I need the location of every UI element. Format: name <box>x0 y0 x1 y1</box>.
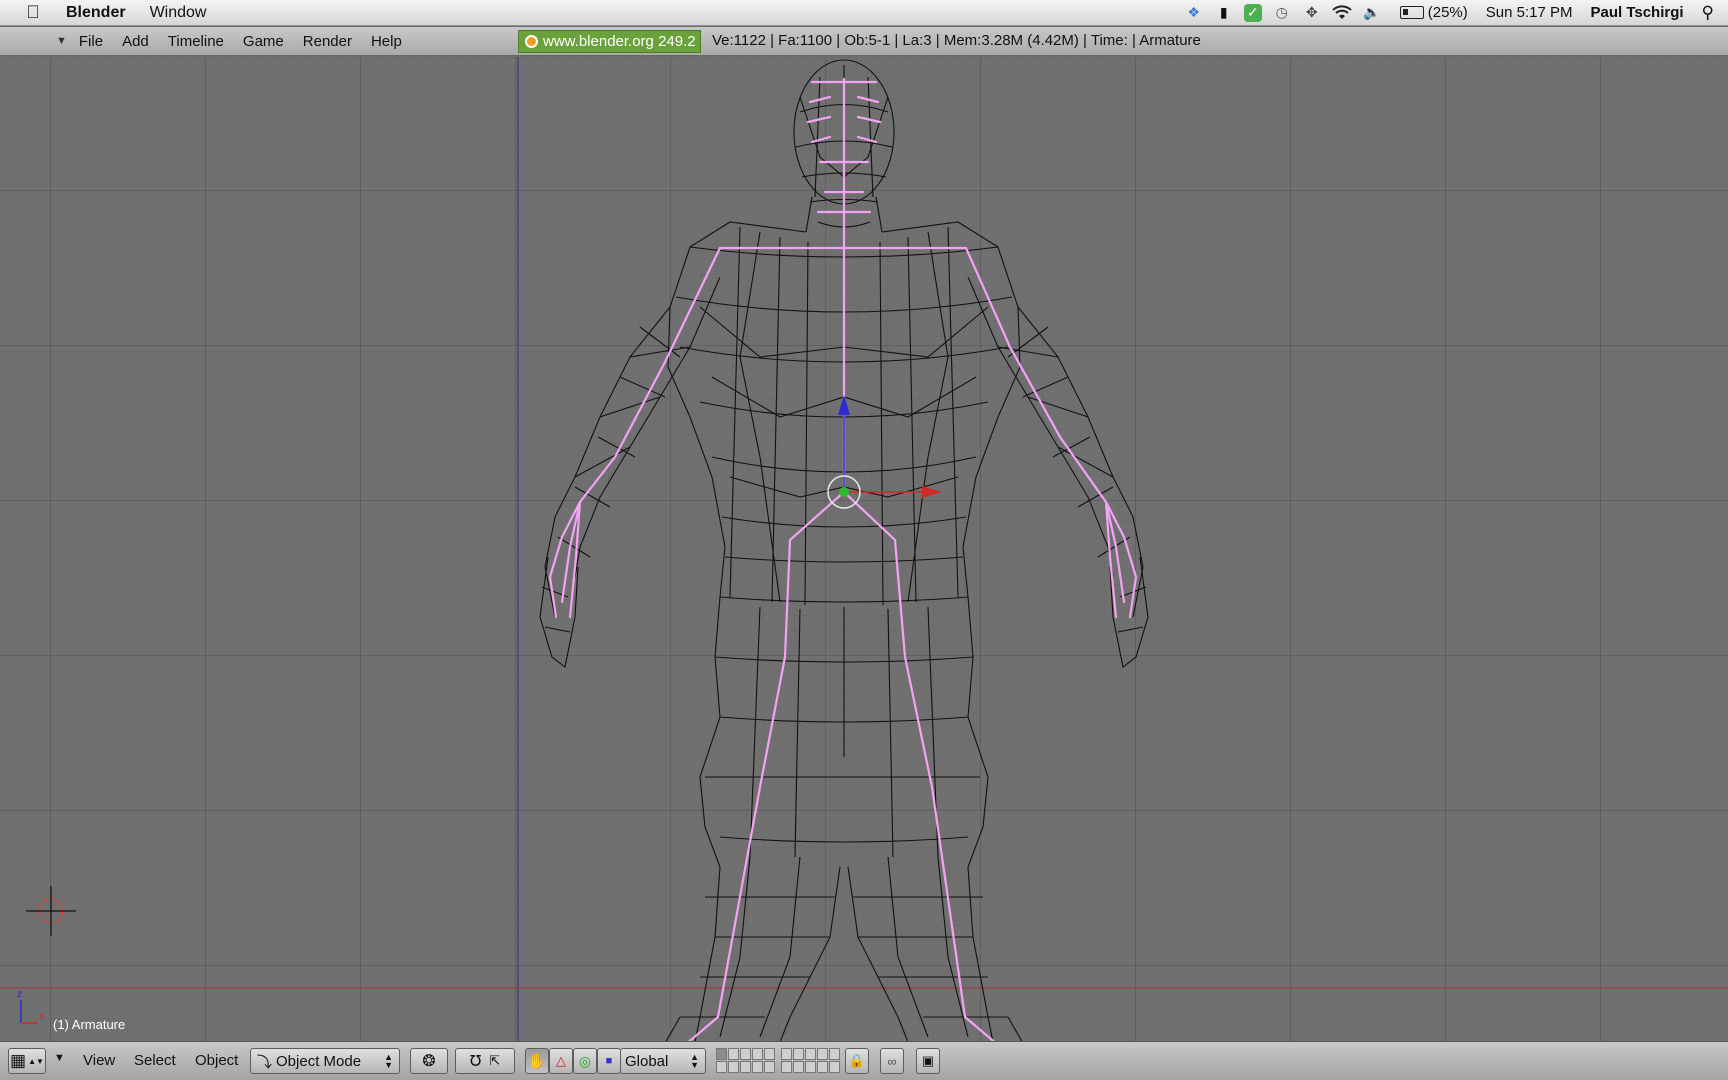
header-collapse-icon[interactable]: ▼ <box>56 35 67 47</box>
menu-select[interactable]: Select <box>134 1052 176 1069</box>
render-view-button[interactable]: ▣ <box>916 1048 940 1074</box>
battery-device-icon[interactable]: ▮ <box>1214 4 1234 22</box>
mode-select[interactable]: ⤵ Object Mode ▲ ▼ <box>250 1048 400 1074</box>
layer-button[interactable] <box>805 1061 816 1073</box>
layer-button[interactable] <box>793 1061 804 1073</box>
view3d-header: ▦ ▲▼ ▼ View Select Object ⤵ Object Mode … <box>0 1041 1728 1080</box>
render-icon: ▣ <box>921 1053 935 1068</box>
editor-type-button[interactable]: ▦ ▲▼ <box>8 1048 46 1074</box>
layer-button[interactable] <box>752 1061 763 1073</box>
layer-button[interactable] <box>829 1061 840 1073</box>
orientation-label: Global <box>625 1052 669 1070</box>
battery-percent: (25%) <box>1427 4 1468 21</box>
version-text: www.blender.org 249.2 <box>543 33 696 50</box>
battery-status[interactable]: (25%) <box>1399 4 1468 21</box>
translate-manipulator-button[interactable]: △ <box>549 1048 573 1074</box>
layer-button[interactable] <box>805 1048 816 1060</box>
spotlight-search-icon[interactable]: ⚲ <box>1702 3 1714 23</box>
layer-button[interactable] <box>716 1061 727 1073</box>
triangle-icon: △ <box>556 1053 566 1068</box>
volume-icon[interactable]: 🔈 <box>1362 4 1382 22</box>
mode-label: Object Mode <box>276 1052 362 1070</box>
layer-button[interactable] <box>764 1061 775 1073</box>
object-origin <box>839 487 849 497</box>
layer-button[interactable] <box>817 1048 828 1060</box>
rotate-manipulator-button[interactable]: ◎ <box>573 1048 597 1074</box>
layer-button[interactable] <box>781 1048 792 1060</box>
layer-button[interactable] <box>740 1061 751 1073</box>
coarse-grid <box>0 57 1728 1041</box>
dropdown-arrows-icon: ▲ ▼ <box>384 1052 393 1070</box>
snap-icon: ⇱ <box>489 1053 501 1068</box>
grid-icon: ▦ <box>10 1051 27 1070</box>
dropdown-arrows-icon: ▲ ▼ <box>690 1052 699 1070</box>
app-menu-blender[interactable]: Blender <box>66 4 126 22</box>
pivot-snap-group[interactable]: ℧ ⇱ <box>455 1048 515 1074</box>
3d-viewport[interactable]: z x (1) Armature <box>0 57 1728 1041</box>
check-icon[interactable]: ✓ <box>1243 3 1262 22</box>
view-properties-button[interactable]: ∞ <box>880 1048 904 1074</box>
header-collapse-icon[interactable]: ▼ <box>54 1052 65 1064</box>
wifi-icon[interactable] <box>1332 4 1352 22</box>
dropbox-icon[interactable]: ❖ <box>1184 4 1204 22</box>
layer-button[interactable] <box>728 1048 739 1060</box>
layer-button[interactable] <box>740 1048 751 1060</box>
layer-button[interactable] <box>716 1048 727 1060</box>
menu-render[interactable]: Render <box>303 33 352 50</box>
layer-buttons-2[interactable] <box>781 1048 840 1074</box>
layer-button[interactable] <box>764 1048 775 1060</box>
scene-stats: Ve:1122 | Fa:1100 | Ob:5-1 | La:3 | Mem:… <box>712 32 1201 49</box>
lock-layers-button[interactable]: 🔒 <box>845 1048 869 1074</box>
user-name[interactable]: Paul Tschirgi <box>1590 4 1683 21</box>
layer-button[interactable] <box>752 1048 763 1060</box>
lock-icon: 🔒 <box>848 1053 866 1068</box>
axis-label-x: x <box>39 1011 44 1022</box>
menu-game[interactable]: Game <box>243 33 284 50</box>
draw-type-button[interactable]: ❂ <box>410 1048 448 1074</box>
blender-logo-icon <box>525 35 538 48</box>
object-mode-icon: ⤵ <box>257 1053 273 1071</box>
layer-button[interactable] <box>781 1061 792 1073</box>
layer-button[interactable] <box>829 1048 840 1060</box>
viewport-canvas: z x <box>0 57 1728 1041</box>
clock[interactable]: Sun 5:17 PM <box>1486 4 1573 21</box>
magnet-icon: ℧ <box>469 1053 482 1070</box>
menu-add[interactable]: Add <box>122 33 149 50</box>
transform-orientation-select[interactable]: Global ▲ ▼ <box>620 1048 706 1074</box>
layer-button[interactable] <box>817 1061 828 1073</box>
version-badge[interactable]: www.blender.org 249.2 <box>518 30 701 53</box>
menu-help[interactable]: Help <box>371 33 402 50</box>
axis-label-z: z <box>17 989 22 1000</box>
status-area: ❖ ▮ ✓ ◷ ✥ 🔈 (25%) Sun 5:17 PM Paul Tschi… <box>1174 0 1728 26</box>
square-icon: ■ <box>605 1055 613 1067</box>
up-down-arrows-icon: ▲▼ <box>28 1056 44 1066</box>
blender-info-header: ▼ File Add Timeline Game Render Help www… <box>0 27 1728 56</box>
layer-button[interactable] <box>728 1061 739 1073</box>
link-icon: ∞ <box>887 1053 897 1069</box>
hand-icon: ✋ <box>527 1053 547 1070</box>
time-machine-icon[interactable]: ◷ <box>1272 4 1292 22</box>
battery-icon <box>1399 6 1424 19</box>
menu-view[interactable]: View <box>83 1052 115 1069</box>
wireframe-sphere-icon: ❂ <box>422 1053 436 1070</box>
bluetooth-icon[interactable]: ✥ <box>1302 4 1322 22</box>
menu-object[interactable]: Object <box>195 1052 238 1069</box>
macos-menu-bar:  Blender Window ❖ ▮ ✓ ◷ ✥ 🔈 (25%) Sun 5… <box>0 0 1728 26</box>
layer-buttons-1[interactable] <box>716 1048 775 1074</box>
menu-file[interactable]: File <box>79 33 103 50</box>
layer-button[interactable] <box>793 1048 804 1060</box>
scale-manipulator-button[interactable]: ■ <box>597 1048 621 1074</box>
active-object-label: (1) Armature <box>53 1017 126 1032</box>
menu-window[interactable]: Window <box>150 4 207 22</box>
manipulator-toggle[interactable]: ✋ <box>525 1048 549 1074</box>
circle-icon: ◎ <box>578 1052 592 1069</box>
menu-timeline[interactable]: Timeline <box>168 33 224 50</box>
apple-icon[interactable]:  <box>0 2 66 23</box>
